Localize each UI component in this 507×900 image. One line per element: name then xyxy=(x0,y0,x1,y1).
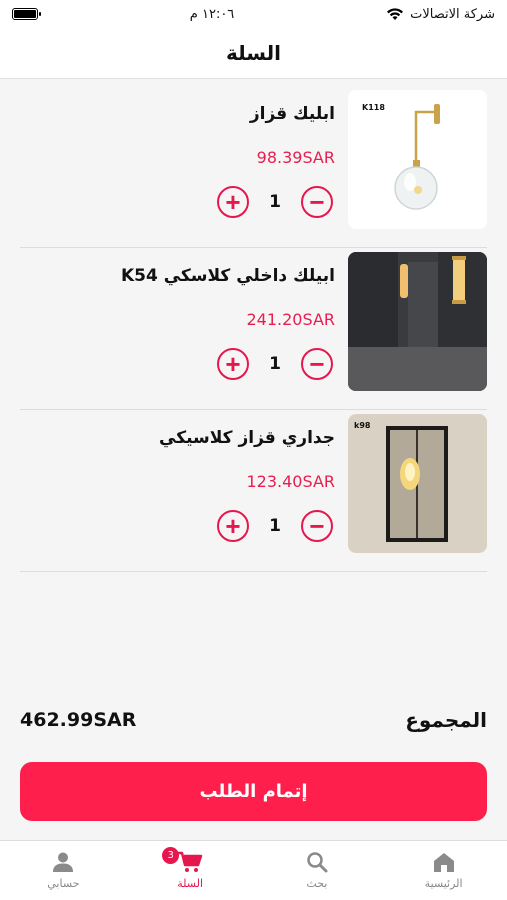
increment-button[interactable]: + xyxy=(217,510,249,542)
decrement-button[interactable]: − xyxy=(301,186,333,218)
checkout-button[interactable]: إتمام الطلب xyxy=(20,762,487,821)
product-price: 123.40SAR xyxy=(246,472,336,491)
home-icon xyxy=(433,853,454,872)
increment-button[interactable]: + xyxy=(217,186,249,218)
decrement-button[interactable]: − xyxy=(301,348,333,380)
product-code-label: k98 xyxy=(354,421,371,430)
tab-label: حسابي xyxy=(47,877,80,890)
product-price: 98.39SAR xyxy=(256,148,335,167)
tab-cart[interactable]: 3 السلة xyxy=(127,841,254,900)
page-title: السلة xyxy=(225,41,281,65)
order-total: 462.99SAR المجموع xyxy=(20,700,487,740)
product-title[interactable]: ابيلك داخلي كلاسكي K54 xyxy=(121,266,335,286)
cart-list: K118 ابليك قزاز 98.39SAR − 1 + ابيلك داخ… xyxy=(20,86,487,572)
tab-search[interactable]: بحث xyxy=(254,841,381,900)
search-icon xyxy=(307,852,328,873)
quantity-stepper: − 1 + xyxy=(217,510,333,542)
cart-item: K118 ابليك قزاز 98.39SAR − 1 + xyxy=(20,86,487,248)
product-title[interactable]: جداري قزاز كلاسيكي xyxy=(159,428,335,448)
product-code-label: K118 xyxy=(362,103,385,112)
total-label: المجموع xyxy=(405,708,487,732)
decrement-button[interactable]: − xyxy=(301,510,333,542)
wifi-icon xyxy=(387,8,404,20)
user-icon xyxy=(53,852,74,872)
quantity-stepper: − 1 + xyxy=(217,186,333,218)
header: السلة xyxy=(0,28,507,79)
increment-button[interactable]: + xyxy=(217,348,249,380)
cart-count-badge: 3 xyxy=(162,847,180,864)
product-image-indoor-lamp[interactable] xyxy=(348,252,487,391)
quantity-stepper: − 1 + xyxy=(217,348,333,380)
quantity-value: 1 xyxy=(269,192,281,212)
tab-label: بحث xyxy=(306,877,328,890)
tab-account[interactable]: حسابي xyxy=(0,841,127,900)
status-time: ١٢:٠٦ م xyxy=(189,6,235,22)
tab-label: الرئيسية xyxy=(424,877,463,890)
status-right: شركة الاتصالات xyxy=(386,7,495,22)
quantity-value: 1 xyxy=(269,516,281,536)
cart-icon xyxy=(178,851,203,872)
status-bar: ١٢:٠٦ م شركة الاتصالات xyxy=(0,0,507,28)
product-image-wall-lamp-globe[interactable]: K118 xyxy=(348,90,487,229)
carrier-name: شركة الاتصالات xyxy=(410,6,495,22)
battery-icon xyxy=(12,8,41,20)
product-image-glass-box-lamp[interactable]: k98 xyxy=(348,414,487,553)
quantity-value: 1 xyxy=(269,354,281,374)
product-title[interactable]: ابليك قزاز xyxy=(250,104,335,124)
tab-home[interactable]: الرئيسية xyxy=(380,841,507,900)
product-price: 241.20SAR xyxy=(246,310,336,329)
cart-item: ابيلك داخلي كلاسكي K54 241.20SAR − 1 + xyxy=(20,248,487,410)
total-value: 462.99SAR xyxy=(20,709,137,731)
tab-bar: حسابي 3 السلة بحث الرئيسية xyxy=(0,840,507,900)
tab-label: السلة xyxy=(177,877,203,890)
cart-item: k98 جداري قزاز كلاسيكي 123.40SAR − 1 + xyxy=(20,410,487,572)
